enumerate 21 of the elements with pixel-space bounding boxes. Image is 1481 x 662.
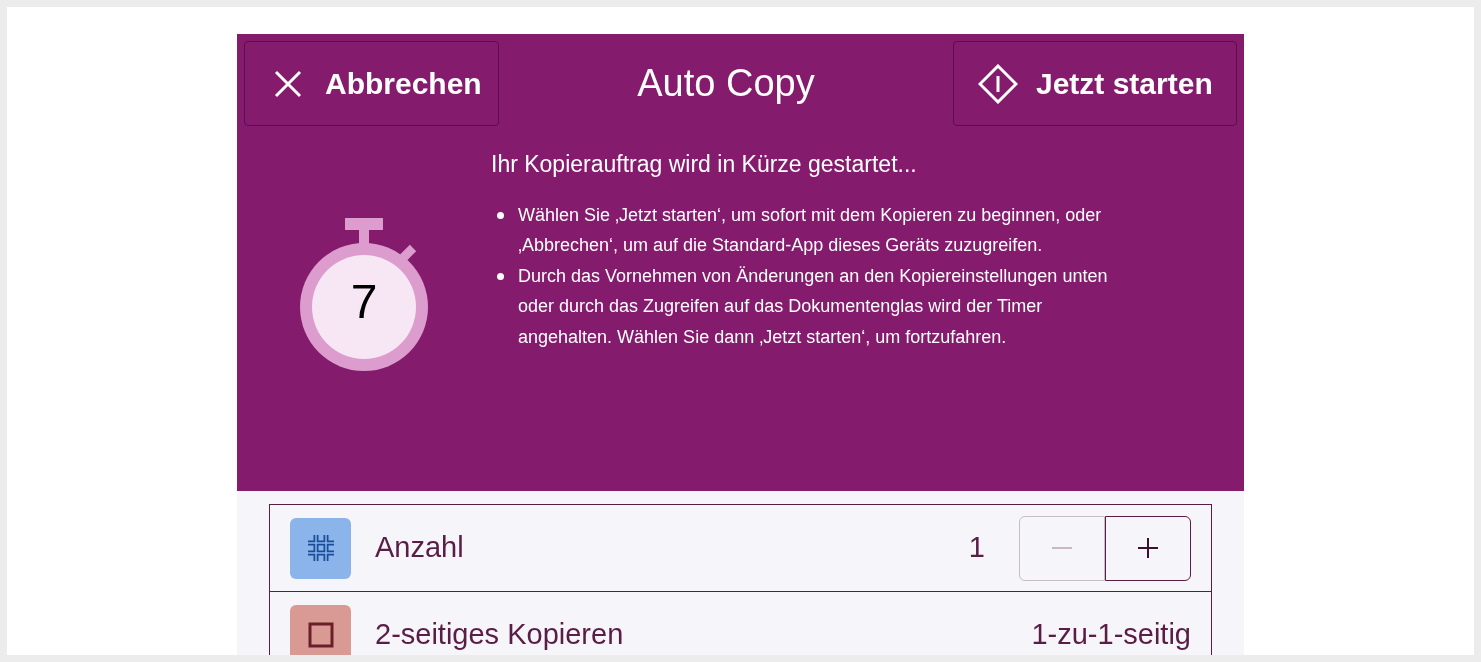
setting-value: 1 bbox=[968, 530, 985, 566]
bullet-icon bbox=[497, 272, 504, 280]
stopwatch-icon bbox=[299, 216, 429, 372]
countdown-number: 7 bbox=[349, 278, 379, 326]
message-heading: Ihr Kopierauftrag wird in Kürze gestartet... bbox=[491, 150, 918, 179]
window-title: Auto Copy bbox=[637, 61, 815, 106]
start-button[interactable]: Jetzt starten bbox=[953, 41, 1237, 126]
bullet-text: Wählen Sie ‚Jetzt starten‘, um sofort mit dem Kopieren zu beginnen, oder ‚Abbrechen‘, um auf die Standard-App dieses Geräts zuzugreifen. bbox=[518, 203, 1103, 257]
bullet-text: Durch das Vornehmen von Änderungen an den Kopiereinstellungen unten oder durch das Zugreifen auf das Dokumentenglas wird der Timer angehalten. Wählen Sie dann ‚Jetzt starten‘, um fortzufahren. bbox=[518, 264, 1109, 349]
close-icon bbox=[273, 68, 303, 99]
hash-icon bbox=[290, 517, 351, 579]
page-icon bbox=[290, 604, 351, 655]
minus-icon bbox=[1052, 547, 1072, 549]
bullet-icon bbox=[497, 211, 504, 219]
plus-icon bbox=[1138, 538, 1158, 558]
start-icon bbox=[978, 63, 1018, 104]
setting-label: Anzahl bbox=[375, 530, 465, 566]
increment-button[interactable] bbox=[1105, 515, 1191, 581]
cancel-button[interactable]: Abbrechen bbox=[244, 41, 499, 126]
setting-label: 2-seitiges Kopieren bbox=[375, 617, 625, 653]
setting-value: 1-zu-1-seitig bbox=[1031, 617, 1191, 653]
